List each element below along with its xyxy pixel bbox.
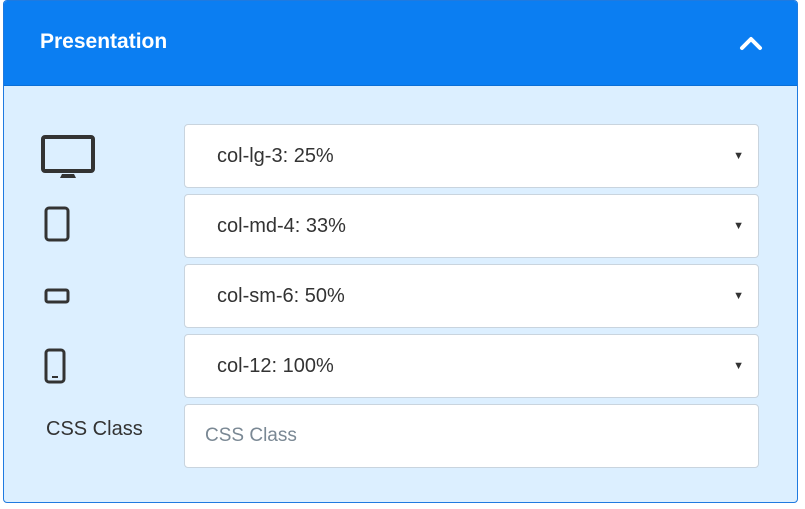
dropdown-caret-icon: ▼ [733,360,744,372]
dropdown-caret-icon: ▼ [733,290,744,302]
phone-column-value: col-12: 100% [217,354,334,377]
tablet-portrait-icon [44,206,70,242]
breakpoint-row-desktop: col-lg-3: 25% ▼ [4,124,797,188]
breakpoint-row-tablet-portrait: col-md-4: 33% ▼ [4,194,797,258]
tablet-landscape-icon [44,288,70,304]
tablet-landscape-column-value: col-sm-6: 50% [217,284,345,307]
desktop-monitor-icon [40,134,98,182]
desktop-column-value: col-lg-3: 25% [217,144,334,167]
panel-title: Presentation [40,30,168,53]
dropdown-caret-icon: ▼ [733,220,744,232]
dropdown-caret-icon: ▼ [733,150,744,162]
chevron-up-icon[interactable] [737,29,765,57]
css-class-input[interactable] [184,404,759,468]
tablet-portrait-column-value: col-md-4: 33% [217,214,346,237]
presentation-panel: Presentation col-lg-3: 25% ▼ col-md-4: 3… [3,0,798,503]
desktop-column-select[interactable]: col-lg-3: 25% ▼ [184,124,759,188]
panel-header[interactable]: Presentation [4,1,797,86]
phone-icon [44,348,66,384]
phone-column-select[interactable]: col-12: 100% ▼ [184,334,759,398]
css-class-row: CSS Class [4,404,797,468]
breakpoint-row-phone: col-12: 100% ▼ [4,334,797,398]
tablet-landscape-column-select[interactable]: col-sm-6: 50% ▼ [184,264,759,328]
breakpoint-row-tablet-landscape: col-sm-6: 50% ▼ [4,264,797,328]
tablet-portrait-column-select[interactable]: col-md-4: 33% ▼ [184,194,759,258]
css-class-label: CSS Class [46,418,143,440]
